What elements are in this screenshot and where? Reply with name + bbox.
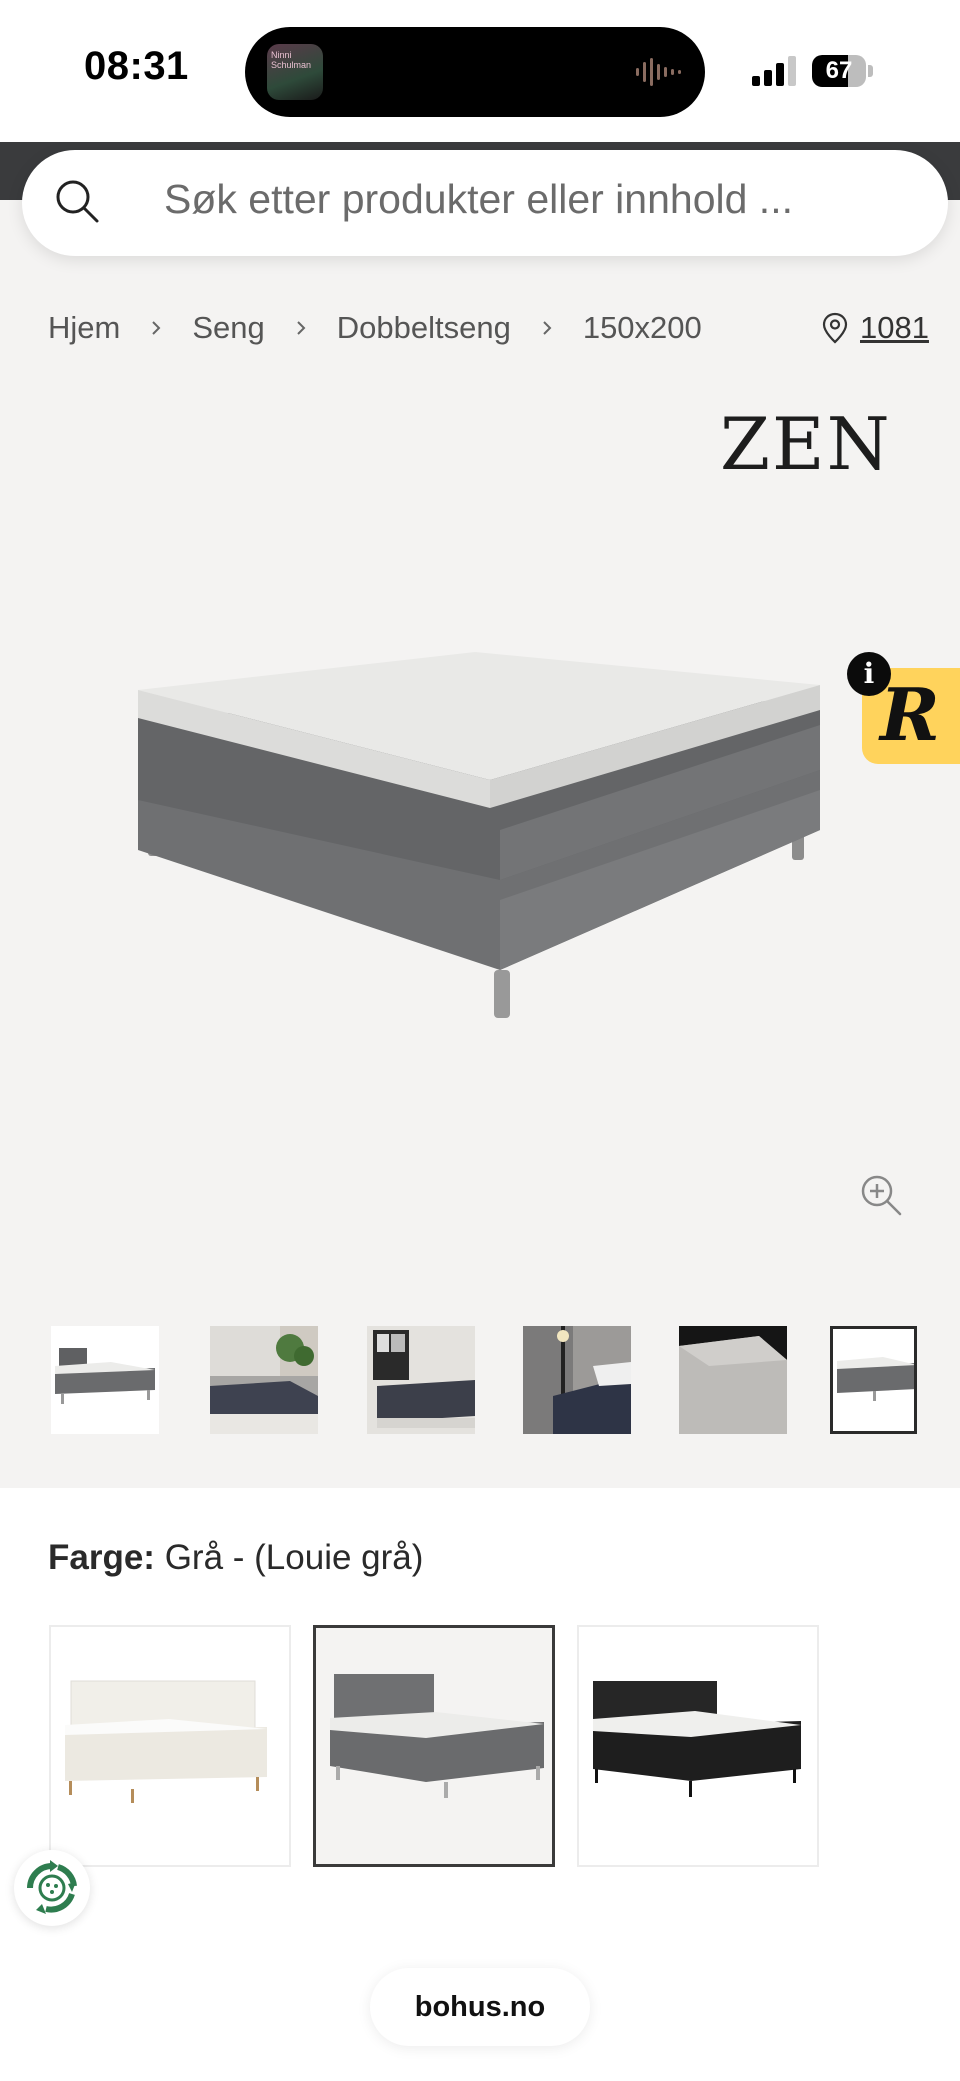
status-time: 08:31 — [84, 44, 189, 88]
breadcrumb-item-home[interactable]: Hjem — [48, 310, 120, 346]
breadcrumb-item-dobbeltseng[interactable]: Dobbeltseng — [337, 310, 511, 346]
now-playing-artwork[interactable]: Ninni Schulman — [267, 44, 323, 100]
store-selector[interactable]: 1081 — [822, 310, 929, 346]
chevron-right-icon — [152, 321, 161, 335]
product-main-image[interactable] — [130, 640, 830, 1030]
zoom-in-icon[interactable] — [858, 1172, 904, 1218]
location-pin-icon — [822, 312, 848, 344]
audio-waveform-icon — [636, 58, 681, 86]
battery-body: 67 — [812, 55, 866, 87]
store-link[interactable]: 1081 — [860, 310, 929, 346]
search-placeholder[interactable]: Søk etter produkter eller innhold ... — [164, 176, 793, 223]
thumb-bed-white-bg[interactable] — [51, 1326, 159, 1434]
thumb-bed-lamp[interactable] — [523, 1326, 631, 1434]
now-playing-artwork-text: Ninni Schulman — [271, 50, 312, 70]
color-label-key: Farge: — [48, 1538, 155, 1577]
color-label-value: Grå - (Louie grå) — [164, 1538, 424, 1577]
breadcrumb-item-size[interactable]: 150x200 — [583, 310, 702, 346]
sustainability-icon[interactable] — [14, 1850, 90, 1926]
browser-url-pill[interactable]: bohus.no — [370, 1968, 590, 2046]
color-variant-white[interactable] — [49, 1625, 291, 1867]
color-variant-black[interactable] — [577, 1625, 819, 1867]
thumb-bed-no-headboard[interactable] — [830, 1326, 917, 1434]
breadcrumb: Hjem Seng Dobbeltseng 150x200 — [48, 306, 702, 350]
battery-percentage: 67 — [825, 57, 853, 84]
battery-tip — [868, 65, 873, 77]
chevron-right-icon — [543, 321, 552, 335]
reviews-badge-logo[interactable]: R — [880, 672, 940, 757]
thumb-bedroom-plant[interactable] — [210, 1326, 318, 1434]
color-label: Farge: Grå - (Louie grå) — [48, 1538, 423, 1578]
color-variant-grey[interactable] — [313, 1625, 555, 1867]
breadcrumb-item-seng[interactable]: Seng — [192, 310, 264, 346]
brand-logo: ZEN — [720, 402, 892, 486]
battery-icon: 67 — [812, 55, 873, 87]
info-icon[interactable]: i — [847, 652, 891, 696]
cellular-signal-icon — [752, 56, 796, 86]
thumb-fabric-detail[interactable] — [679, 1326, 787, 1434]
chevron-right-icon — [297, 321, 306, 335]
thumb-bedroom-dark[interactable] — [367, 1326, 475, 1434]
search-icon[interactable] — [54, 178, 100, 224]
